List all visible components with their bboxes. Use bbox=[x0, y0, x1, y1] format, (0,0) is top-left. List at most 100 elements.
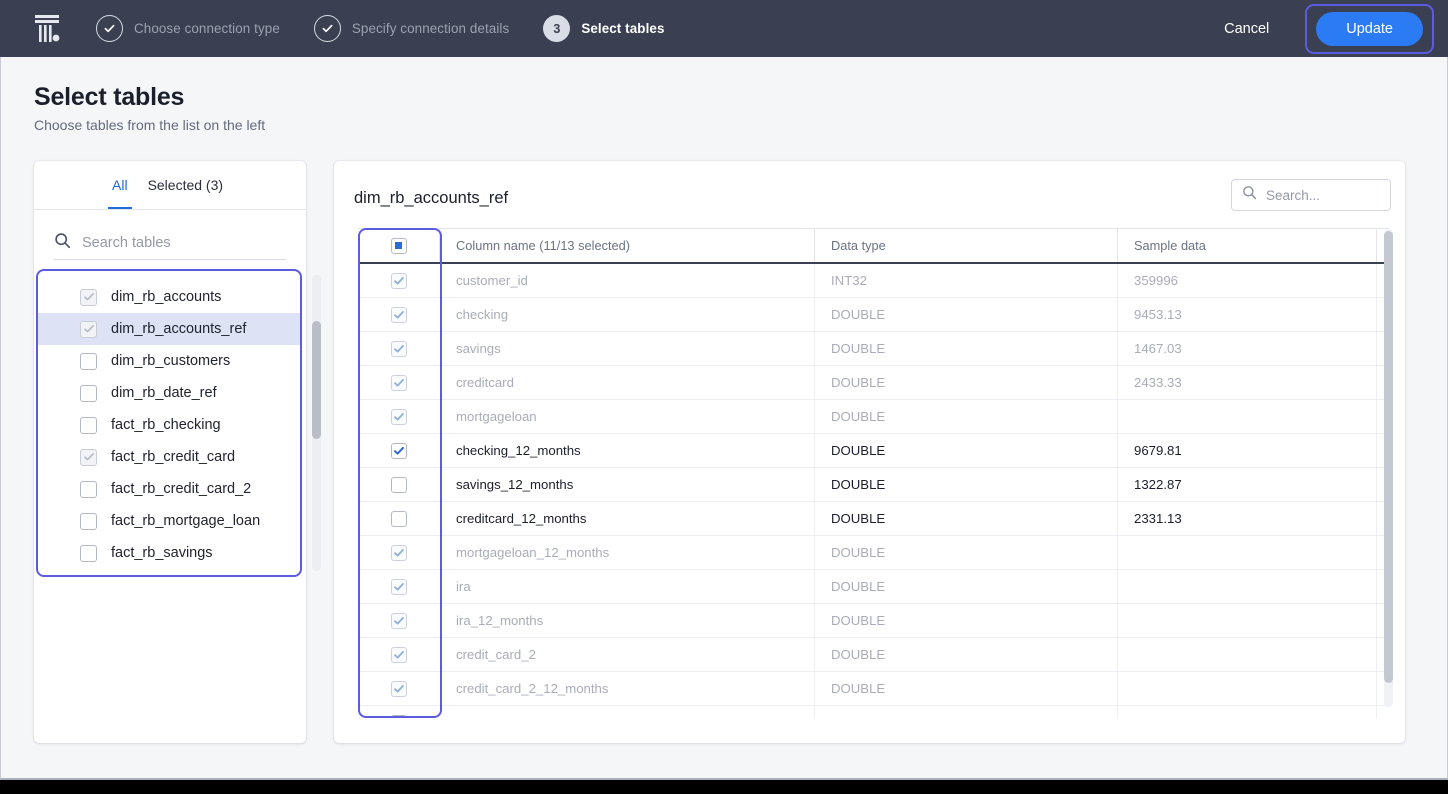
table-row[interactable]: creditcard_12_monthsDOUBLE2331.13 bbox=[358, 502, 1389, 536]
tables-list[interactable]: dim_rb_accountsdim_rb_accounts_refdim_rb… bbox=[38, 271, 300, 575]
row-checkbox-cell[interactable] bbox=[358, 604, 440, 637]
row-checkbox-cell[interactable] bbox=[358, 332, 440, 365]
checkbox-checked-icon[interactable] bbox=[391, 409, 407, 425]
cell-data-type: DOUBLE bbox=[815, 672, 1118, 705]
table-row[interactable]: savings_12_monthsDOUBLE1322.87 bbox=[358, 468, 1389, 502]
search-columns-input[interactable] bbox=[1266, 188, 1380, 203]
cell-column-name bbox=[440, 706, 815, 718]
row-checkbox-cell[interactable] bbox=[358, 264, 440, 297]
update-button[interactable]: Update bbox=[1316, 12, 1423, 46]
cell-sample-data: 9679.81 bbox=[1118, 434, 1377, 467]
cell-column-name: savings bbox=[440, 332, 815, 365]
checkbox-unchecked-icon[interactable] bbox=[80, 353, 97, 370]
checkbox-unchecked-icon[interactable] bbox=[391, 477, 407, 493]
columns-panel: dim_rb_accounts_ref bbox=[334, 161, 1405, 743]
checkbox-unchecked-icon[interactable] bbox=[80, 481, 97, 498]
list-item[interactable]: dim_rb_date_ref bbox=[38, 377, 300, 409]
table-row[interactable]: creditcardDOUBLE2433.33 bbox=[358, 366, 1389, 400]
row-checkbox-cell[interactable] bbox=[358, 298, 440, 331]
checkbox-checked-icon[interactable] bbox=[80, 321, 97, 338]
checkbox-unchecked-icon[interactable] bbox=[80, 545, 97, 562]
page-body: Select tables Choose tables from the lis… bbox=[0, 57, 1448, 780]
checkbox-unchecked-icon[interactable] bbox=[80, 385, 97, 402]
page-title: Select tables bbox=[34, 83, 184, 112]
search-columns-field[interactable] bbox=[1231, 179, 1391, 211]
checkbox-checked-icon[interactable] bbox=[391, 545, 407, 561]
tab-all[interactable]: All bbox=[102, 161, 138, 209]
row-checkbox-cell[interactable] bbox=[358, 366, 440, 399]
cell-sample-data: 2331.13 bbox=[1118, 502, 1377, 535]
columns-grid-scrollbar[interactable] bbox=[1384, 229, 1393, 707]
list-item-label: fact_rb_credit_card bbox=[111, 449, 235, 465]
table-row[interactable]: customer_idINT32359996 bbox=[358, 264, 1389, 298]
list-item[interactable]: fact_rb_savings bbox=[38, 537, 300, 569]
row-checkbox-cell[interactable] bbox=[358, 468, 440, 501]
cell-data-type: DOUBLE bbox=[815, 434, 1118, 467]
checkbox-unchecked-icon[interactable] bbox=[391, 511, 407, 527]
search-tables-input[interactable] bbox=[82, 235, 286, 251]
list-item[interactable]: fact_rb_credit_card bbox=[38, 441, 300, 473]
cell-sample-data: 1322.87 bbox=[1118, 468, 1377, 501]
checkbox-checked-icon[interactable] bbox=[80, 289, 97, 306]
row-checkbox-cell[interactable] bbox=[358, 502, 440, 535]
row-checkbox-cell[interactable] bbox=[358, 536, 440, 569]
cell-column-name: credit_card_2_12_months bbox=[440, 672, 815, 705]
search-icon bbox=[54, 232, 71, 254]
row-checkbox-cell[interactable] bbox=[358, 400, 440, 433]
list-item[interactable]: dim_rb_accounts bbox=[38, 281, 300, 313]
table-row[interactable]: credit_card_2_12_monthsDOUBLE bbox=[358, 672, 1389, 706]
row-checkbox-cell[interactable] bbox=[358, 638, 440, 671]
row-checkbox-cell[interactable] bbox=[358, 570, 440, 603]
table-row[interactable]: checking_12_monthsDOUBLE9679.81 bbox=[358, 434, 1389, 468]
list-item[interactable]: dim_rb_customers bbox=[38, 345, 300, 377]
search-tables-field[interactable] bbox=[54, 226, 286, 260]
checkbox-checked-icon[interactable] bbox=[391, 273, 407, 289]
select-all-header-cell[interactable] bbox=[358, 229, 440, 262]
table-row[interactable]: savingsDOUBLE1467.03 bbox=[358, 332, 1389, 366]
header-data-type: Data type bbox=[815, 229, 1118, 262]
checkbox-checked-icon[interactable] bbox=[391, 647, 407, 663]
row-checkbox-cell[interactable] bbox=[358, 706, 440, 718]
step-number-badge: 3 bbox=[543, 15, 570, 42]
list-item-label: fact_rb_mortgage_loan bbox=[111, 513, 260, 529]
cell-column-name: savings_12_months bbox=[440, 468, 815, 501]
search-icon bbox=[1242, 185, 1257, 205]
table-row[interactable]: mortgageloanDOUBLE bbox=[358, 400, 1389, 434]
cancel-button[interactable]: Cancel bbox=[1202, 12, 1291, 46]
table-row[interactable]: checkingDOUBLE9453.13 bbox=[358, 298, 1389, 332]
tables-list-scrollbar-thumb[interactable] bbox=[312, 321, 321, 439]
checkbox-checked-icon[interactable] bbox=[391, 341, 407, 357]
checkbox-checked-icon[interactable] bbox=[80, 449, 97, 466]
select-all-checkbox-indeterminate-icon[interactable] bbox=[391, 238, 407, 254]
wizard-step-choose-connection-type[interactable]: Choose connection type bbox=[96, 15, 280, 42]
checkbox-checked-icon[interactable] bbox=[391, 613, 407, 629]
checkbox-checked-icon[interactable] bbox=[391, 681, 407, 697]
checkbox-checked-icon[interactable] bbox=[391, 443, 407, 459]
table-row[interactable] bbox=[358, 706, 1389, 718]
checkbox-checked-icon[interactable] bbox=[391, 307, 407, 323]
checkbox-unchecked-icon[interactable] bbox=[80, 513, 97, 530]
table-row[interactable]: iraDOUBLE bbox=[358, 570, 1389, 604]
checkbox-checked-icon[interactable] bbox=[391, 375, 407, 391]
wizard-step-specify-connection-details[interactable]: Specify connection details bbox=[314, 15, 509, 42]
tab-selected[interactable]: Selected (3) bbox=[138, 161, 233, 209]
list-item[interactable]: dim_rb_accounts_ref bbox=[38, 313, 300, 345]
row-checkbox-cell[interactable] bbox=[358, 434, 440, 467]
wizard-step-select-tables[interactable]: 3 Select tables bbox=[543, 15, 664, 42]
tables-list-focus-ring: dim_rb_accountsdim_rb_accounts_refdim_rb… bbox=[36, 269, 302, 577]
list-item[interactable]: fact_rb_credit_card_2 bbox=[38, 473, 300, 505]
table-row[interactable]: credit_card_2DOUBLE bbox=[358, 638, 1389, 672]
table-row[interactable]: ira_12_monthsDOUBLE bbox=[358, 604, 1389, 638]
row-checkbox-cell[interactable] bbox=[358, 672, 440, 705]
checkbox-unchecked-icon[interactable] bbox=[391, 715, 407, 719]
tables-list-scrollbar[interactable] bbox=[312, 275, 321, 571]
list-item[interactable]: fact_rb_checking bbox=[38, 409, 300, 441]
checkbox-checked-icon[interactable] bbox=[391, 579, 407, 595]
columns-grid-scrollbar-thumb[interactable] bbox=[1384, 231, 1393, 683]
cell-column-name: ira_12_months bbox=[440, 604, 815, 637]
table-row[interactable]: mortgageloan_12_monthsDOUBLE bbox=[358, 536, 1389, 570]
cell-column-name: checking bbox=[440, 298, 815, 331]
list-item[interactable]: fact_rb_mortgage_loan bbox=[38, 505, 300, 537]
checkbox-unchecked-icon[interactable] bbox=[80, 417, 97, 434]
nav-actions: Cancel Update bbox=[1202, 4, 1434, 54]
